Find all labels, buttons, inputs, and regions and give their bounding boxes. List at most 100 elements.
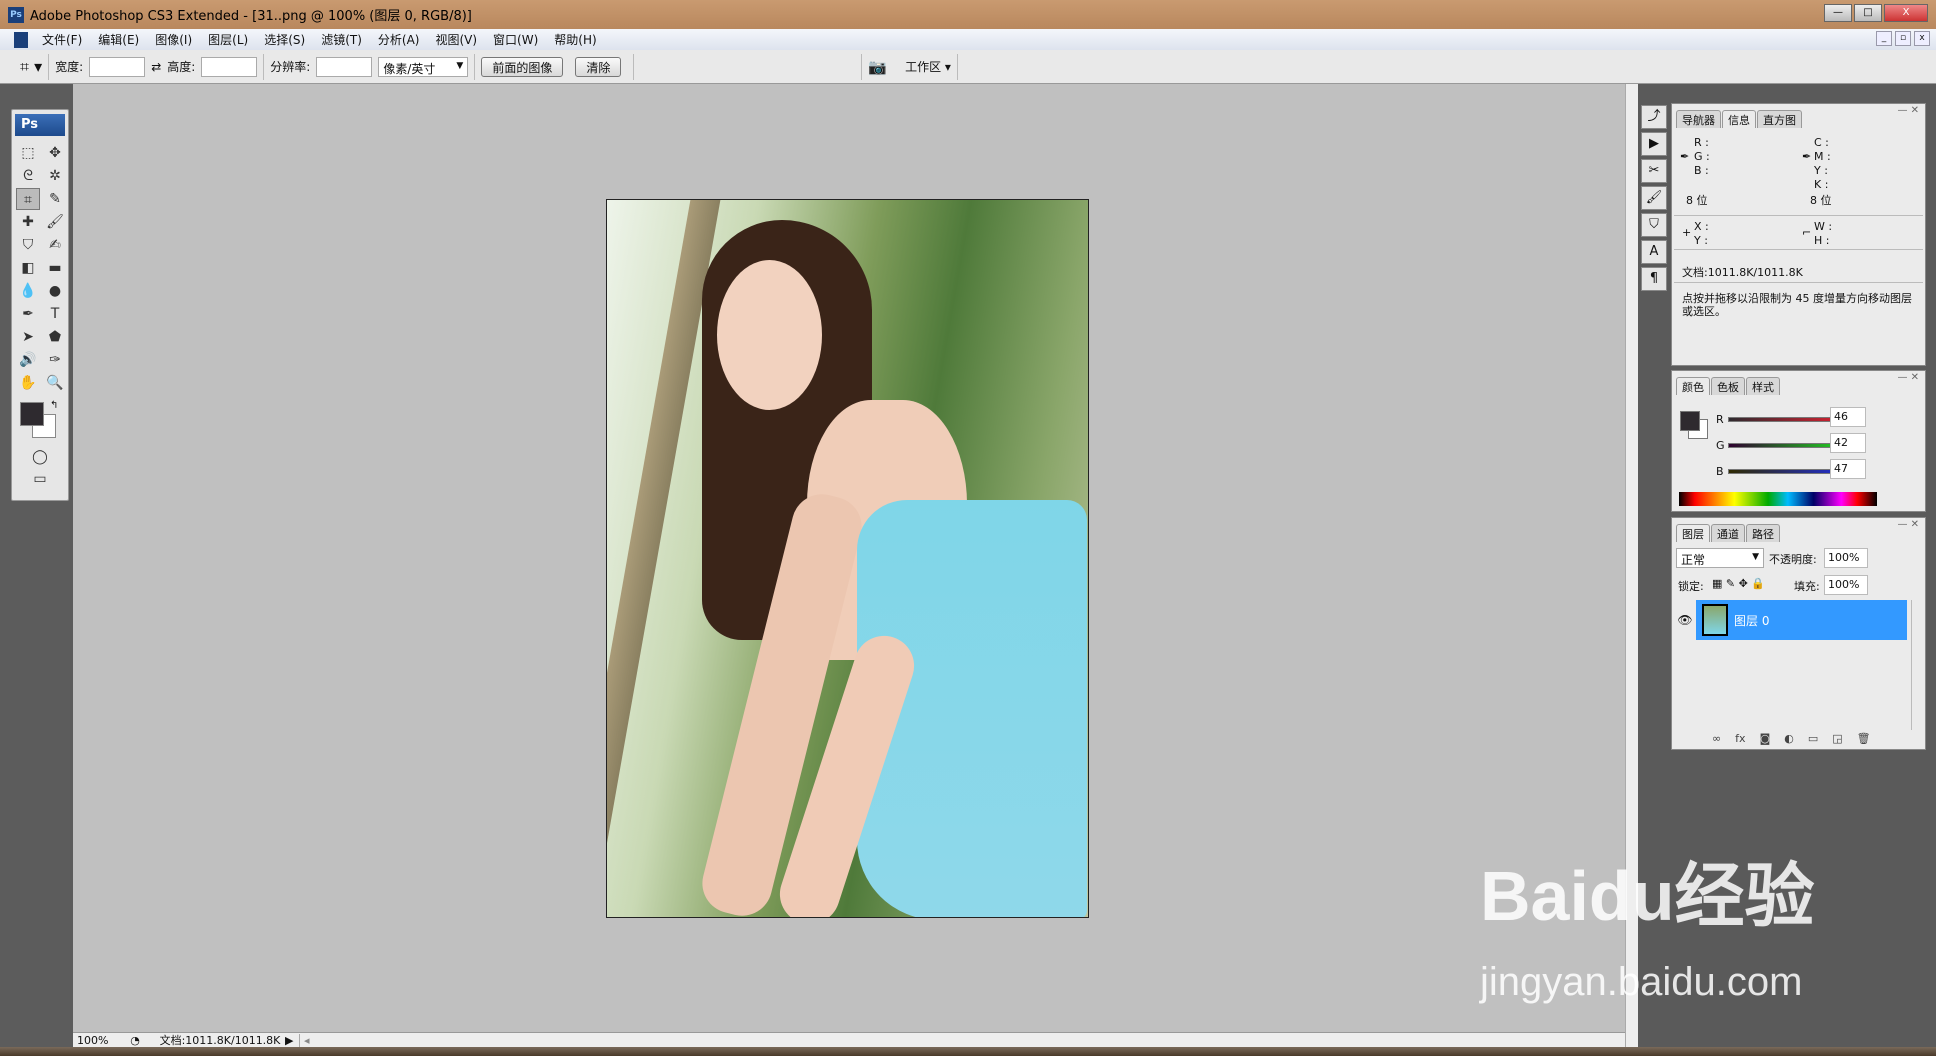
slice-tool-icon[interactable]: ✎ (43, 188, 67, 210)
horizontal-scrollbar[interactable]: ◂ (299, 1033, 1625, 1047)
tab-styles[interactable]: 样式 (1746, 377, 1780, 395)
mask-icon[interactable]: ◙ (1760, 732, 1771, 745)
paragraph-icon[interactable]: ¶ (1641, 267, 1667, 291)
magic-wand-tool-icon[interactable]: ✲ (43, 165, 67, 187)
notes-tool-icon[interactable]: 🔊 (16, 349, 40, 371)
panel-controls-icon[interactable]: — ✕ (1897, 519, 1919, 530)
menu-window[interactable]: 窗口(W) (485, 31, 546, 48)
b-value[interactable]: 47 (1830, 459, 1866, 479)
panel-controls-icon[interactable]: — ✕ (1897, 372, 1919, 383)
clone-source-icon[interactable]: ⛉ (1641, 213, 1667, 237)
zoom-level[interactable]: 100% (73, 1034, 115, 1047)
opacity-input[interactable]: 100% (1824, 548, 1868, 568)
link-icon[interactable]: ∞ (1712, 732, 1721, 745)
doc-close-button[interactable]: x (1914, 31, 1930, 46)
maximize-button[interactable]: □ (1854, 4, 1882, 22)
gradient-tool-icon[interactable]: ▬ (43, 257, 67, 279)
zoom-tool-icon[interactable]: 🔍 (43, 372, 67, 394)
menu-help[interactable]: 帮助(H) (546, 31, 604, 48)
marquee-tool-icon[interactable]: ⬚ (16, 142, 40, 164)
close-button[interactable]: X (1884, 4, 1928, 22)
tab-layers[interactable]: 图层 (1676, 524, 1710, 542)
tab-color[interactable]: 颜色 (1676, 377, 1710, 395)
eyedropper-tool-icon[interactable]: ✑ (43, 349, 67, 371)
layer-row[interactable]: 👁 图层 0 (1674, 600, 1907, 640)
tab-info[interactable]: 信息 (1722, 110, 1756, 128)
color-ramp[interactable] (1679, 492, 1877, 506)
eraser-tool-icon[interactable]: ◧ (16, 257, 40, 279)
actions-icon[interactable]: ▶ (1641, 132, 1667, 156)
height-input[interactable] (201, 56, 258, 77)
menu-view[interactable]: 视图(V) (427, 31, 485, 48)
menu-layer[interactable]: 图层(L) (200, 31, 256, 48)
crop-tool-preset-icon[interactable]: ⌗ ▾ (20, 57, 42, 77)
unit-select[interactable]: 像素/英寸 (378, 56, 469, 77)
character-icon[interactable]: A (1641, 240, 1667, 264)
history-icon[interactable]: ⤴ (1641, 105, 1667, 129)
width-input[interactable] (89, 56, 146, 77)
blur-tool-icon[interactable]: 💧 (16, 280, 40, 302)
dodge-tool-icon[interactable]: ● (43, 280, 67, 302)
hand-tool-icon[interactable]: ✋ (16, 372, 40, 394)
status-menu-icon[interactable]: ◔ (115, 1034, 155, 1047)
adjustment-icon[interactable]: ◐ (1784, 732, 1794, 745)
foreground-color-swatch[interactable] (20, 402, 44, 426)
layer-name[interactable]: 图层 0 (1734, 612, 1769, 629)
g-value[interactable]: 42 (1830, 433, 1866, 453)
workspace-button[interactable]: 工作区 ▾ (905, 58, 951, 75)
status-arrow-icon[interactable]: ▶ (285, 1034, 299, 1047)
clear-button[interactable]: 清除 (575, 56, 622, 77)
r-value[interactable]: 46 (1830, 407, 1866, 427)
history-brush-tool-icon[interactable]: ✍ (43, 234, 67, 256)
bridge-icon[interactable]: 📷 (868, 58, 887, 76)
front-image-button[interactable]: 前面的图像 (481, 56, 564, 77)
menu-image[interactable]: 图像(I) (147, 31, 200, 48)
swap-colors-icon[interactable]: ↰ (50, 400, 58, 411)
tab-paths[interactable]: 路径 (1746, 524, 1780, 542)
tab-swatches[interactable]: 色板 (1711, 377, 1745, 395)
document-image[interactable] (606, 199, 1089, 918)
blend-mode-select[interactable]: 正常 (1676, 548, 1764, 568)
folder-icon[interactable]: ▭ (1808, 732, 1818, 745)
brush-tool-icon[interactable]: 🖌 (43, 211, 67, 233)
lock-icons[interactable]: ▦ ✎ ✥ 🔒 (1712, 577, 1765, 590)
info-b: B : (1694, 164, 1709, 177)
panel-controls-icon[interactable]: — ✕ (1897, 105, 1919, 116)
move-tool-icon[interactable]: ✥ (43, 142, 67, 164)
menu-edit[interactable]: 编辑(E) (90, 31, 147, 48)
eye-icon[interactable]: 👁 (1674, 613, 1696, 627)
panel-fg-swatch[interactable] (1680, 411, 1700, 431)
minimize-button[interactable]: — (1824, 4, 1852, 22)
crop-tool-icon[interactable]: ⌗ (16, 188, 40, 210)
menu-filter[interactable]: 滤镜(T) (313, 31, 370, 48)
tab-histogram[interactable]: 直方图 (1757, 110, 1802, 128)
tab-navigator[interactable]: 导航器 (1676, 110, 1721, 128)
brushes-icon[interactable]: 🖌 (1641, 186, 1667, 210)
healing-brush-tool-icon[interactable]: ✚ (16, 211, 40, 233)
layers-scrollbar[interactable] (1911, 600, 1923, 730)
new-layer-icon[interactable]: ◲ (1832, 732, 1842, 745)
info-k: K : (1814, 178, 1829, 191)
screen-mode-icon[interactable]: ▭ (12, 468, 68, 490)
menu-analysis[interactable]: 分析(A) (370, 31, 428, 48)
doc-restore-button[interactable]: ▫ (1895, 31, 1911, 46)
info-bits-left: 8 位 (1686, 194, 1708, 207)
lasso-tool-icon[interactable]: ᘓ (16, 165, 40, 187)
swap-icon[interactable]: ⇄ (151, 60, 161, 74)
resolution-input[interactable] (316, 56, 373, 77)
info-c: C : (1814, 136, 1829, 149)
trash-icon[interactable]: 🗑 (1857, 732, 1871, 745)
type-tool-icon[interactable]: T (43, 303, 67, 325)
clone-stamp-tool-icon[interactable]: ⛉ (16, 234, 40, 256)
fill-input[interactable]: 100% (1824, 575, 1868, 595)
fx-icon[interactable]: fx (1735, 732, 1745, 745)
tab-channels[interactable]: 通道 (1711, 524, 1745, 542)
quick-mask-icon[interactable]: ◯ (12, 446, 68, 468)
menu-select[interactable]: 选择(S) (256, 31, 313, 48)
doc-minimize-button[interactable]: _ (1876, 31, 1892, 46)
tool-presets-icon[interactable]: ✂ (1641, 159, 1667, 183)
pen-tool-icon[interactable]: ✒ (16, 303, 40, 325)
path-selection-tool-icon[interactable]: ➤ (16, 326, 40, 348)
shape-tool-icon[interactable]: ⬟ (43, 326, 67, 348)
menu-file[interactable]: 文件(F) (34, 31, 90, 48)
